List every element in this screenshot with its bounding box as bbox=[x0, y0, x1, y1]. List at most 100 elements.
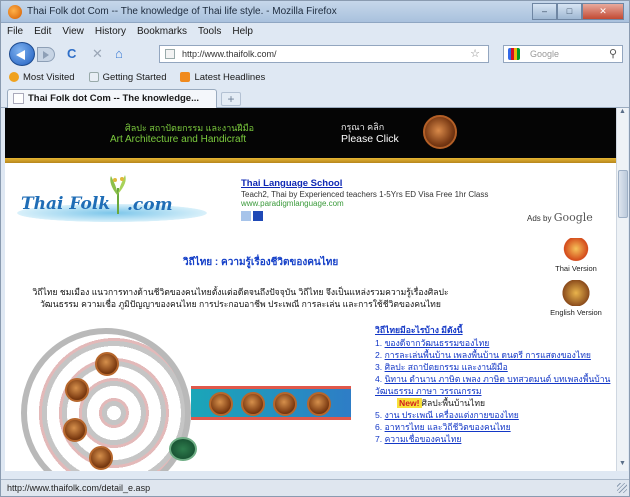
ad-text: Teach2, Thai by Experienced teachers 1-5… bbox=[241, 190, 489, 199]
ad-url[interactable]: www.paradigmlanguage.com bbox=[241, 199, 541, 208]
green-badge-icon[interactable] bbox=[169, 437, 197, 461]
menu-help[interactable]: Help bbox=[232, 23, 253, 40]
banner-thai-text: ศิลปะ สถาปัตยกรรม และงานฝีมือ bbox=[125, 123, 255, 133]
item-text: นิทาน ตำนาน ภาษิต เพลง ภาษิต บทสวดมนต์ บ… bbox=[384, 374, 611, 384]
bookmark-getting-started[interactable]: Getting Started bbox=[88, 72, 166, 83]
topic-link-4-sub[interactable]: วัฒนธรรม ภาษา วรรณกรรม bbox=[375, 385, 615, 397]
item-number: 3. bbox=[375, 362, 383, 372]
bookmark-star-icon[interactable]: ☆ bbox=[470, 46, 480, 62]
back-button[interactable] bbox=[9, 42, 35, 66]
maximize-button[interactable]: □ bbox=[557, 3, 582, 20]
logo-text-domain: .com bbox=[127, 195, 173, 215]
ad-title-link[interactable]: Thai Language School bbox=[241, 178, 541, 189]
status-text: http://www.thaifolk.com/detail_e.asp bbox=[7, 483, 151, 493]
banner-cta-thai[interactable]: กรุณา คลิก bbox=[341, 120, 384, 134]
logo-text-main: Thai Folk bbox=[21, 194, 111, 214]
menu-view[interactable]: View bbox=[62, 23, 84, 40]
medallion-icon[interactable] bbox=[209, 392, 233, 416]
reload-icon[interactable]: C bbox=[67, 47, 76, 61]
item-text: ความเชื่อของคนไทย bbox=[384, 434, 462, 444]
topic-link-4[interactable]: 4. นิทาน ตำนาน ภาษิต เพลง ภาษิต บทสวดมนต… bbox=[375, 373, 615, 385]
topic-link-6[interactable]: 6. อาหารไทย และวิถีชีวิตของคนไทย bbox=[375, 421, 615, 433]
page-icon bbox=[13, 93, 24, 104]
item-text: งาน ประเพณี เครื่องแต่งกายของไทย bbox=[384, 410, 519, 420]
medallion-icon[interactable] bbox=[63, 418, 87, 442]
home-icon[interactable]: ⌂ bbox=[115, 47, 123, 61]
scroll-thumb[interactable] bbox=[618, 170, 628, 218]
item-text: การละเล่นพื้นบ้าน เพลงพื้นบ้าน ดนตรี การ… bbox=[384, 350, 591, 360]
ad-next-icon[interactable] bbox=[253, 211, 263, 221]
thai-version-link[interactable]: Thai Version bbox=[541, 238, 611, 273]
rss-icon bbox=[180, 72, 191, 82]
ad-prev-icon[interactable] bbox=[241, 211, 251, 221]
item-text: วัฒนธรรม ภาษา วรรณกรรม bbox=[375, 386, 482, 396]
banner-cta[interactable]: Please Click bbox=[341, 133, 399, 145]
resize-grip-icon[interactable] bbox=[617, 483, 627, 493]
firefox-icon bbox=[8, 5, 22, 19]
google-icon[interactable] bbox=[508, 48, 520, 60]
browser-window: Thai Folk dot Com -- The knowledge of Th… bbox=[0, 0, 630, 497]
medallion-icon[interactable] bbox=[273, 392, 297, 416]
status-bar: http://www.thaifolk.com/detail_e.asp bbox=[1, 479, 629, 496]
item-number: 7. bbox=[375, 434, 383, 444]
item-number: 6. bbox=[375, 422, 383, 432]
stop-icon[interactable]: ✕ bbox=[92, 47, 103, 61]
gold-divider bbox=[5, 158, 616, 163]
new-tab-button[interactable]: + bbox=[221, 92, 241, 106]
english-version-link[interactable]: English Version bbox=[541, 280, 611, 317]
medallion-icon[interactable] bbox=[89, 446, 113, 470]
scroll-down-icon[interactable]: ▼ bbox=[617, 460, 628, 471]
menu-bookmarks[interactable]: Bookmarks bbox=[137, 23, 187, 40]
tab-label: Thai Folk dot Com -- The knowledge... bbox=[28, 93, 199, 104]
ads-by-label: Ads by bbox=[527, 214, 552, 223]
new-badge: New! bbox=[397, 398, 422, 408]
item-number: 1. bbox=[375, 338, 383, 348]
site-logo[interactable]: Thai Folk .com bbox=[17, 174, 207, 234]
bookmark-most-visited[interactable]: Most Visited bbox=[9, 72, 75, 83]
page-icon bbox=[165, 49, 175, 59]
minimize-button[interactable]: – bbox=[532, 3, 557, 20]
navigation-toolbar: C ✕ ⌂ http://www.thaifolk.com/ ☆ Google … bbox=[1, 40, 629, 68]
url-text: http://www.thaifolk.com/ bbox=[182, 49, 277, 59]
new-item[interactable]: New! ศิลปะพื้นบ้านไทย bbox=[397, 397, 615, 409]
close-button[interactable]: ✕ bbox=[582, 3, 624, 20]
bookmark-latest-headlines[interactable]: Latest Headlines bbox=[180, 72, 265, 83]
medallion-icon[interactable] bbox=[95, 352, 119, 376]
vertical-scrollbar[interactable]: ▲ ▼ bbox=[616, 108, 628, 471]
tab-strip: Thai Folk dot Com -- The knowledge... + bbox=[1, 86, 629, 108]
item-number: 4. bbox=[375, 374, 383, 384]
topic-link-1[interactable]: 1. ของดีจากวัฒนธรรมของไทย bbox=[375, 337, 615, 349]
bookmark-label: Most Visited bbox=[23, 71, 75, 83]
thai-version-icon bbox=[559, 238, 593, 262]
forward-button[interactable] bbox=[37, 47, 55, 62]
item-number: 5. bbox=[375, 410, 383, 420]
menu-history[interactable]: History bbox=[95, 23, 126, 40]
medallion-icon[interactable] bbox=[65, 378, 89, 402]
url-bar[interactable]: http://www.thaifolk.com/ ☆ bbox=[159, 45, 489, 63]
topic-links: วิถีไทยมีอะไรบ้าง มีดังนี้ 1. ของดีจากวั… bbox=[375, 324, 615, 445]
topic-link-5[interactable]: 5. งาน ประเพณี เครื่องแต่งกายของไทย bbox=[375, 409, 615, 421]
item-number: 2. bbox=[375, 350, 383, 360]
search-box[interactable]: Google ⚲ bbox=[503, 45, 623, 63]
item-text: อาหารไทย และวิถีชีวิตของคนไทย bbox=[384, 422, 511, 432]
ads-by-google[interactable]: Ads by Google bbox=[527, 211, 593, 224]
menu-edit[interactable]: Edit bbox=[34, 23, 51, 40]
menu-file[interactable]: File bbox=[7, 23, 23, 40]
scroll-up-icon[interactable]: ▲ bbox=[617, 108, 628, 119]
star-icon bbox=[9, 72, 19, 82]
tab-thaifolk[interactable]: Thai Folk dot Com -- The knowledge... bbox=[7, 89, 217, 108]
top-banner[interactable]: ศิลปะ สถาปัตยกรรม และงานฝีมือ Art Archit… bbox=[5, 108, 616, 158]
medallion-icon[interactable] bbox=[307, 392, 331, 416]
search-icon[interactable]: ⚲ bbox=[609, 46, 617, 62]
ad-block: Thai Language School Teach2, Thai by Exp… bbox=[241, 178, 541, 208]
medallion-icon[interactable] bbox=[241, 392, 265, 416]
title-bar[interactable]: Thai Folk dot Com -- The knowledge of Th… bbox=[1, 1, 629, 23]
topic-link-2[interactable]: 2. การละเล่นพื้นบ้าน เพลงพื้นบ้าน ดนตรี … bbox=[375, 349, 615, 361]
banner-medallion-icon[interactable] bbox=[423, 115, 457, 149]
menu-tools[interactable]: Tools bbox=[198, 23, 221, 40]
topic-link-7[interactable]: 7. ความเชื่อของคนไทย bbox=[375, 433, 615, 445]
banner-english-text: Art Architecture and Handicraft bbox=[110, 134, 247, 145]
illustration-collage bbox=[11, 322, 371, 471]
topic-link-3[interactable]: 3. ศิลปะ สถาปัตยกรรม และงานฝีมือ bbox=[375, 361, 615, 373]
page-content: ศิลปะ สถาปัตยกรรม และงานฝีมือ Art Archit… bbox=[5, 108, 616, 471]
